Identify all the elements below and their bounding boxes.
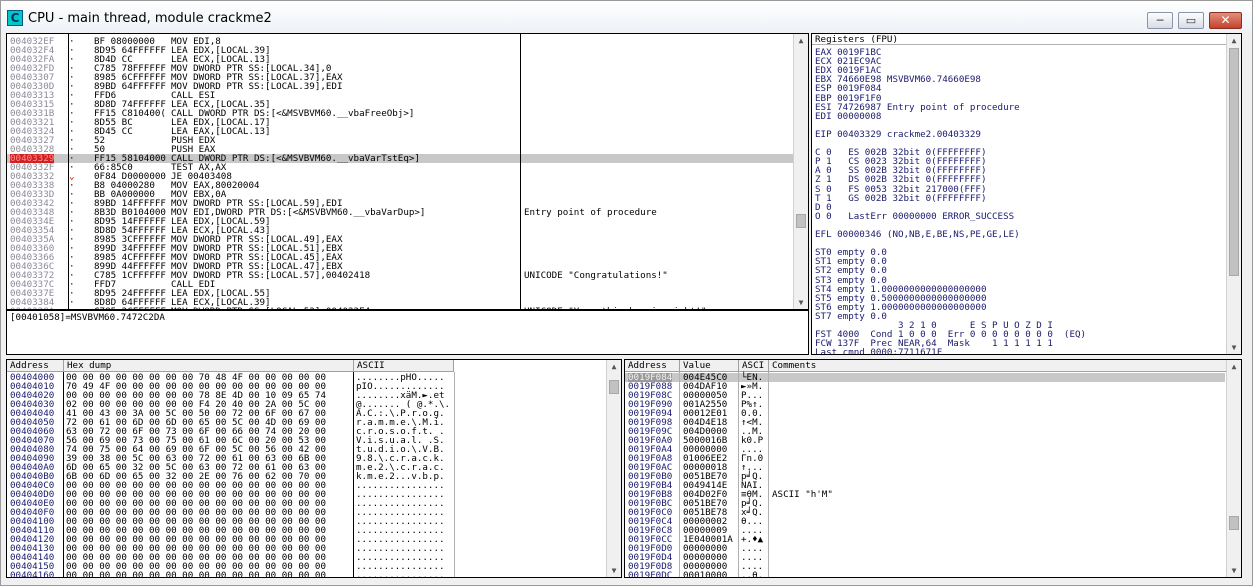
dump-address: 00404160 — [10, 570, 55, 578]
scroll-down-icon[interactable]: ▼ — [1227, 341, 1241, 354]
scroll-thumb[interactable] — [1229, 516, 1239, 530]
stack-value: 00010000 — [683, 570, 728, 578]
column-divider — [679, 372, 680, 577]
column-divider — [454, 372, 455, 577]
dump-row[interactable]: 00404160 00 00 00 00 00 00 00 00 00 00 00… — [7, 570, 607, 578]
disasm-comment: Entry point of procedure — [524, 207, 657, 218]
maximize-icon: ▭ — [1185, 14, 1197, 27]
scroll-up-icon[interactable]: ▲ — [607, 360, 621, 373]
disasm-row[interactable]: 00403324 · 8D45 CC LEA EAX,[LOCAL.13] — [7, 127, 796, 136]
registers-scrollbar[interactable]: ▲ ▼ — [1226, 34, 1241, 354]
scroll-thumb[interactable] — [609, 380, 619, 394]
title-bar[interactable]: C CPU - main thread, module crackme2 ─ ▭… — [1, 1, 1252, 32]
disassembly-pane[interactable]: 004032EF · BF 08000000 MOV EDI,8 004032F4 · 8D… — [6, 33, 809, 310]
disassembly-scrollbar[interactable]: ▲ ▼ — [793, 34, 808, 309]
stack-row[interactable]: 0019F0DC 00010000 ..θ. — [625, 570, 1225, 578]
info-line: [00401058]=MSVBVM60.7472C2DA — [10, 312, 165, 323]
dump-header-ascii[interactable]: ASCII — [354, 360, 454, 372]
scroll-down-icon[interactable]: ▼ — [1227, 564, 1241, 577]
stack-header-comments[interactable]: Comments — [769, 360, 1227, 372]
stack-header-ascii[interactable]: ASCI — [739, 360, 769, 372]
stack-header-value[interactable]: Value — [680, 360, 739, 372]
registers-pane[interactable]: Registers (FPU) EAX 0019F1BC ECX 021EC9AC… — [811, 33, 1242, 355]
minimize-icon: ─ — [1156, 14, 1164, 27]
scroll-down-icon[interactable]: ▼ — [794, 296, 808, 309]
dump-ascii: ................ — [356, 570, 445, 578]
cpu-window: C CPU - main thread, module crackme2 ─ ▭… — [0, 0, 1253, 586]
hex-dump-pane[interactable]: Address Hex dump ASCII 00404000 00 00 00 … — [6, 359, 622, 578]
disasm-row[interactable]: 00403372 · C785 1CFFFFFF MOV DWORD PTR SS:[… — [7, 271, 796, 280]
register-line[interactable]: O 0 LastErr 00000000 ERROR_SUCCESS — [815, 212, 1014, 221]
scroll-up-icon[interactable]: ▲ — [1227, 360, 1241, 373]
stack-comment: ASCII "h'M" — [772, 489, 833, 500]
stack-scrollbar[interactable]: ▲ ▼ — [1226, 360, 1241, 577]
disasm-row[interactable]: 0040330D · 89BD 64FFFFFF MOV DWORD PTR SS:[… — [7, 82, 796, 91]
register-line[interactable]: EIP 00403329 crackme2.00403329 — [815, 130, 981, 139]
close-button[interactable]: ✕ — [1209, 12, 1242, 29]
maximize-button[interactable]: ▭ — [1178, 12, 1204, 29]
close-icon: ✕ — [1220, 13, 1231, 27]
dump-hex: 00 00 00 00 00 00 00 00 00 00 00 00 00 0… — [66, 570, 326, 578]
info-pane: [00401058]=MSVBVM60.7472C2DA — [6, 310, 809, 355]
app-icon: C — [7, 10, 23, 26]
column-divider — [768, 372, 769, 577]
register-line[interactable]: EDI 00000008 — [815, 112, 881, 121]
register-line[interactable]: Last cmnd 0000:7711671F — [815, 348, 942, 354]
scroll-thumb[interactable] — [1229, 48, 1239, 276]
disasm-row[interactable]: 00403327 · 52 PUSH EDX — [7, 136, 796, 145]
column-divider — [738, 372, 739, 577]
window-title: CPU - main thread, module crackme2 — [28, 11, 272, 26]
register-line[interactable]: T 1 GS 002B 32bit 0(FFFFFFFF) — [815, 193, 986, 202]
minimize-button[interactable]: ─ — [1147, 12, 1173, 29]
column-divider — [68, 34, 69, 309]
stack-header-address[interactable]: Address — [625, 360, 680, 372]
scroll-thumb[interactable] — [796, 214, 806, 228]
scroll-up-icon[interactable]: ▲ — [794, 34, 808, 47]
registers-header-label: Registers (FPU) — [815, 34, 898, 45]
disasm-comment: UNICODE "Congratulations!" — [524, 270, 668, 281]
column-divider — [353, 372, 354, 577]
registers-header[interactable]: Registers (FPU) — [812, 34, 1227, 45]
scroll-down-icon[interactable]: ▼ — [607, 564, 621, 577]
dump-header-address[interactable]: Address — [7, 360, 64, 372]
stack-address: 0019F0DC — [628, 570, 673, 578]
scroll-up-icon[interactable]: ▲ — [1227, 34, 1241, 47]
register-line[interactable]: EFL 00000346 (NO,NB,E,BE,NS,PE,GE,LE) — [815, 230, 1020, 239]
stack-ascii: ..θ. — [741, 570, 764, 578]
dump-header-hex[interactable]: Hex dump — [64, 360, 354, 372]
dump-scrollbar[interactable]: ▲ ▼ — [606, 360, 621, 577]
stack-pane[interactable]: Address Value ASCI Comments 0019F084 004E… — [624, 359, 1242, 578]
column-divider — [63, 372, 64, 577]
column-divider — [520, 34, 521, 309]
